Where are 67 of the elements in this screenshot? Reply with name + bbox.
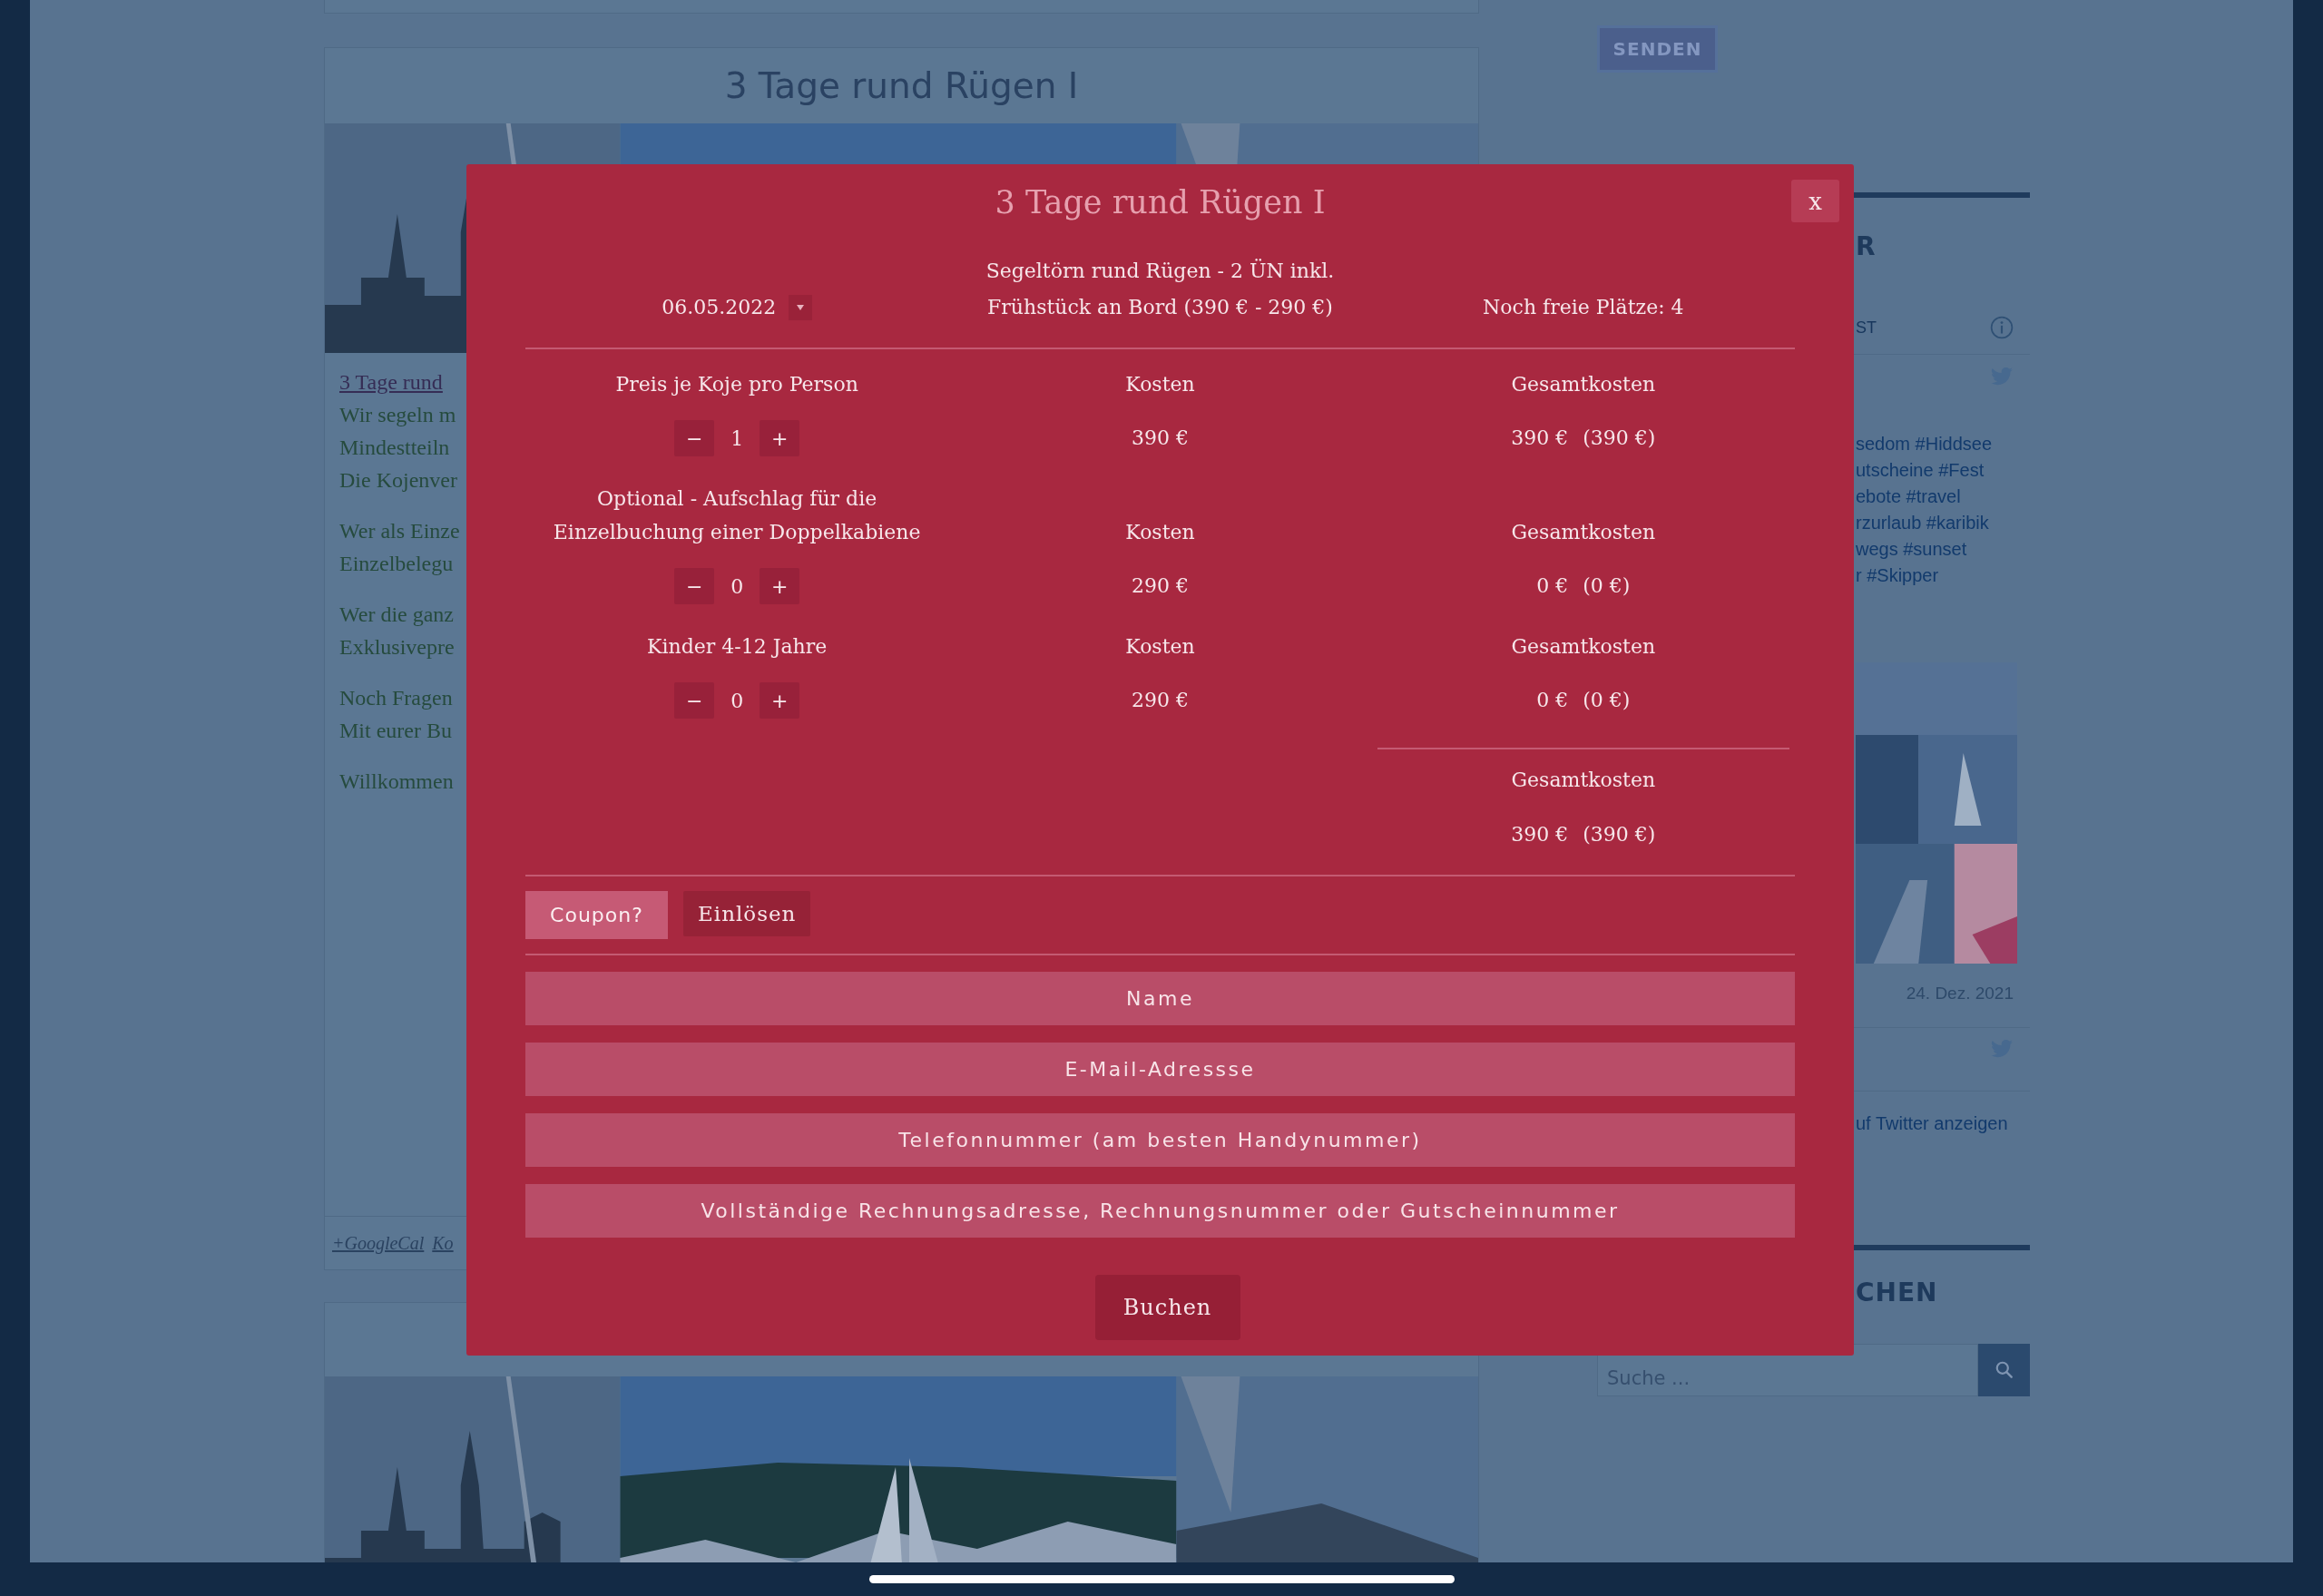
item-label: Optional - Aufschlag für die Einzelbuchung einer Doppelkabiene [552, 486, 922, 545]
quantity-value: 0 [730, 689, 745, 712]
increment-button[interactable]: + [760, 420, 800, 456]
total-label: Gesamtkosten [1511, 634, 1656, 660]
total-value: 390 € [1511, 426, 1569, 451]
cost-value: 390 € [1132, 426, 1189, 451]
gross-value: (0 €) [1583, 573, 1631, 599]
total-value: 390 € [1511, 822, 1569, 847]
article-text: Mit eurer Bu [339, 718, 452, 744]
input-field[interactable]: Vollständige Rechnungsadresse, Rechnungsnummer oder Gutscheinnummer [525, 1184, 1795, 1238]
increment-button[interactable]: + [760, 568, 800, 604]
input-field[interactable]: Telefonnummer (am besten Handynummer) [525, 1113, 1795, 1167]
redeem-button[interactable]: Einlösen [683, 891, 811, 936]
gross-value: (390 €) [1583, 426, 1656, 451]
cost-label: Kosten [1125, 520, 1195, 545]
cost-value: 290 € [1132, 688, 1189, 713]
article-text: Die Kojenver [339, 467, 457, 494]
quantity-value: 0 [730, 574, 745, 598]
hashtag-text: utscheine #Fest [1856, 459, 1985, 482]
feed-label: ST [1856, 318, 1877, 338]
search-button[interactable] [1978, 1344, 2030, 1396]
home-indicator[interactable] [868, 1575, 1455, 1583]
close-button[interactable]: x [1791, 180, 1839, 222]
coupon-field[interactable]: Coupon? [525, 891, 668, 939]
increment-button[interactable]: + [760, 682, 800, 719]
date-value: 06.05.2022 [662, 295, 777, 320]
book-button[interactable]: Buchen [1094, 1275, 1240, 1340]
trip-description: Segeltörn rund Rügen - 2 ÜN inkl. Frühstück an Bord (390 € - 290 €) [985, 258, 1335, 320]
item-label: Preis je Koje pro Person [615, 372, 858, 397]
input-field[interactable]: Name [525, 972, 1795, 1025]
total-value: 0 € [1536, 688, 1569, 713]
hashtag-text: r #Skipper [1856, 564, 1940, 587]
total-label: Gesamtkosten [1511, 520, 1656, 545]
article-text: Mindestteiln [339, 435, 450, 461]
date-dropdown-button[interactable] [789, 295, 813, 320]
total-label: Gesamtkosten [1511, 768, 1656, 793]
cost-value: 290 € [1132, 573, 1189, 599]
input-field[interactable]: E-Mail-Adressse [525, 1043, 1795, 1096]
hashtag-text: sedom #Hiddsee [1856, 433, 1994, 455]
caret-icon [796, 304, 806, 311]
hashtag-text: ebote #travel [1856, 485, 1962, 508]
decrement-button[interactable]: − [674, 682, 715, 719]
info-icon[interactable] [1990, 316, 2014, 339]
widget-heading: R [1855, 230, 1877, 263]
hashtag-text: wegs #sunset [1856, 538, 1968, 561]
decrement-button[interactable]: − [674, 568, 715, 604]
quantity-value: 1 [730, 426, 745, 450]
article-text: Einzelbelegu [339, 551, 454, 577]
total-value: 0 € [1536, 573, 1569, 599]
gross-value: (0 €) [1583, 688, 1631, 713]
cost-label: Kosten [1125, 634, 1195, 660]
article-text: Exklusivepre [339, 634, 455, 661]
dialog-title: 3 Tage rund Rügen I [994, 183, 1327, 222]
search-icon [1994, 1360, 2014, 1380]
article-text: Wer als Einze [339, 518, 460, 544]
article-text: Willkommen [339, 769, 454, 795]
article-text: Noch Fragen [339, 685, 453, 711]
cost-label: Kosten [1125, 372, 1195, 397]
article-text: Wer die ganz [339, 602, 454, 628]
total-label: Gesamtkosten [1511, 372, 1656, 397]
widget-heading: CHEN [1855, 1277, 1939, 1309]
item-label: Kinder 4-12 Jahre [647, 634, 828, 660]
hashtag-text: rzurlaub #karibik [1856, 512, 1990, 534]
gross-value: (390 €) [1583, 822, 1656, 847]
decrement-button[interactable]: − [674, 420, 715, 456]
free-places: Noch freie Plätze: 4 [1483, 295, 1684, 320]
article-text: Wir segeln m [339, 402, 456, 428]
